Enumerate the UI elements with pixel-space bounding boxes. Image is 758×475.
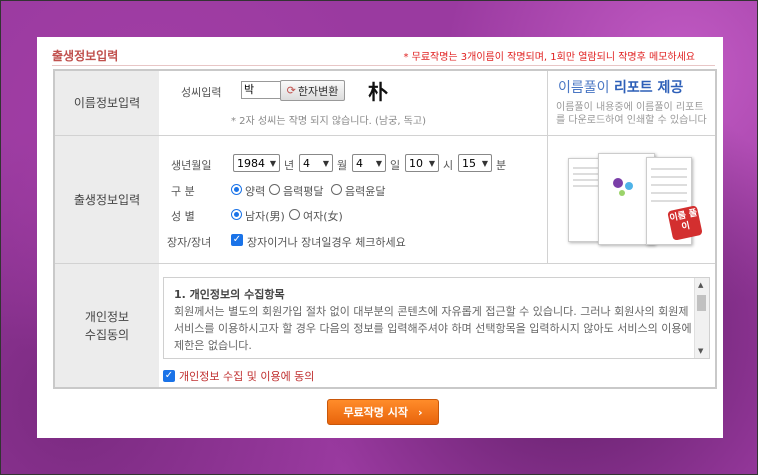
month-select[interactable]: 4 ▼: [299, 154, 333, 172]
minute-value: 15: [462, 156, 476, 170]
hanja-convert-button[interactable]: ⟳ 한자변환: [280, 80, 345, 101]
scroll-up-icon[interactable]: ▲: [698, 281, 703, 289]
notice-text: * 무료작명는 3개이름이 작명되며, 1회만 열람되니 작명후 메모하세요: [403, 52, 695, 63]
privacy-agree-label: 개인정보 수집 및 이용에 동의: [179, 370, 315, 383]
radio-female-label: 여자(女): [303, 210, 343, 223]
minute-unit: 분: [496, 159, 507, 172]
convert-icon: ⟳: [286, 84, 296, 97]
radio-solar-label: 양력: [245, 185, 266, 198]
hour-value: 10: [409, 156, 423, 170]
scrollbar[interactable]: ▲ ▼: [694, 278, 709, 358]
radio-lunar-leap-label: 음력윤달: [345, 185, 386, 198]
scrollbar-thumb[interactable]: [697, 295, 706, 311]
day-select[interactable]: 4 ▼: [352, 154, 386, 172]
hour-unit: 시: [443, 159, 454, 172]
surname-input[interactable]: 박: [241, 81, 281, 99]
radio-female[interactable]: [289, 209, 300, 220]
calendar-label: 구 분: [171, 185, 195, 198]
chevron-down-icon: ▼: [428, 158, 435, 168]
privacy-label-line1: 개인정보: [84, 309, 130, 324]
birth-section-label: 출생정보입력: [55, 136, 159, 263]
year-unit: 년: [284, 159, 295, 172]
month-value: 4: [303, 156, 310, 170]
name-report-badge: 이름 풀이: [667, 205, 703, 241]
year-select[interactable]: 1984 ▼: [233, 154, 280, 172]
radio-lunar[interactable]: [269, 184, 280, 195]
privacy-label-line2: 수집동의: [84, 327, 130, 342]
promo-description: 이름풀이 내용중에 이름풀이 리포트를 다운로드하여 인쇄할 수 있습니다: [556, 102, 707, 126]
radio-male-label: 남자(男): [245, 210, 285, 223]
minute-select[interactable]: 15 ▼: [458, 154, 492, 172]
hour-select[interactable]: 10 ▼: [405, 154, 439, 172]
main-panel: 출생정보입력 * 무료작명는 3개이름이 작명되며, 1회만 열람되니 작명후 …: [37, 37, 723, 438]
radio-solar[interactable]: [231, 184, 242, 195]
name-section-label: 이름정보입력: [55, 71, 159, 135]
eldest-checkbox[interactable]: ✓: [231, 234, 243, 246]
chevron-down-icon: ▼: [322, 158, 329, 168]
header-divider: [52, 65, 715, 66]
eldest-checkbox-label: 장자이거나 장녀일경우 체크하세요: [247, 236, 406, 249]
privacy-agree[interactable]: ✓ 개인정보 수집 및 이용에 동의: [163, 368, 314, 384]
promo-title-part2: 리포트 제공: [613, 80, 684, 96]
birthdate-label: 생년월일: [171, 159, 212, 172]
gender-label: 성 별: [171, 210, 195, 223]
start-naming-label: 무료작명 시작: [343, 406, 408, 419]
privacy-agree-checkbox[interactable]: ✓: [163, 370, 175, 382]
promo-title: 이름풀이 리포트 제공: [558, 77, 683, 97]
day-value: 4: [356, 156, 363, 170]
privacy-section-label: 개인정보수집동의: [55, 264, 159, 387]
page-title: 출생정보입력: [52, 49, 119, 63]
radio-lunar-leap[interactable]: [331, 184, 342, 195]
chevron-down-icon: ▼: [269, 158, 276, 168]
chevron-down-icon: ▼: [481, 158, 488, 168]
surname-note: * 2자 성씨는 작명 되지 않습니다. (남궁, 독고): [231, 116, 426, 127]
scroll-down-icon[interactable]: ▼: [698, 347, 703, 355]
privacy-terms-box[interactable]: 1. 개인정보의 수집항목 회원께서는 별도의 회원가입 절차 없이 대부분의 …: [163, 277, 710, 359]
day-unit: 일: [390, 159, 401, 172]
radio-lunar-label: 음력평달: [283, 185, 324, 198]
chevron-down-icon: ▼: [375, 158, 382, 168]
privacy-terms-content: 1. 개인정보의 수집항목 회원께서는 별도의 회원가입 절차 없이 대부분의 …: [174, 286, 692, 354]
radio-male[interactable]: [231, 209, 242, 220]
privacy-terms-title: 1. 개인정보의 수집항목: [174, 288, 285, 301]
month-unit: 월: [337, 159, 348, 172]
hanja-button-label: 한자변환: [297, 84, 339, 98]
hanja-character: 朴: [368, 80, 388, 104]
eldest-label: 장자/장녀: [167, 236, 212, 249]
report-promo[interactable]: 이름풀이 리포트 제공 이름풀이 내용중에 이름풀이 리포트를 다운로드하여 인…: [547, 71, 714, 263]
promo-title-part1: 이름풀이: [558, 80, 610, 96]
chevron-right-icon: ›: [418, 405, 423, 419]
surname-label: 성씨입력: [181, 86, 222, 99]
start-naming-button[interactable]: 무료작명 시작 ›: [327, 399, 439, 425]
privacy-terms-body: 회원께서는 별도의 회원가입 절차 없이 대부분의 콘텐츠에 자유롭게 접근할 …: [174, 305, 692, 352]
year-value: 1984: [237, 156, 265, 170]
